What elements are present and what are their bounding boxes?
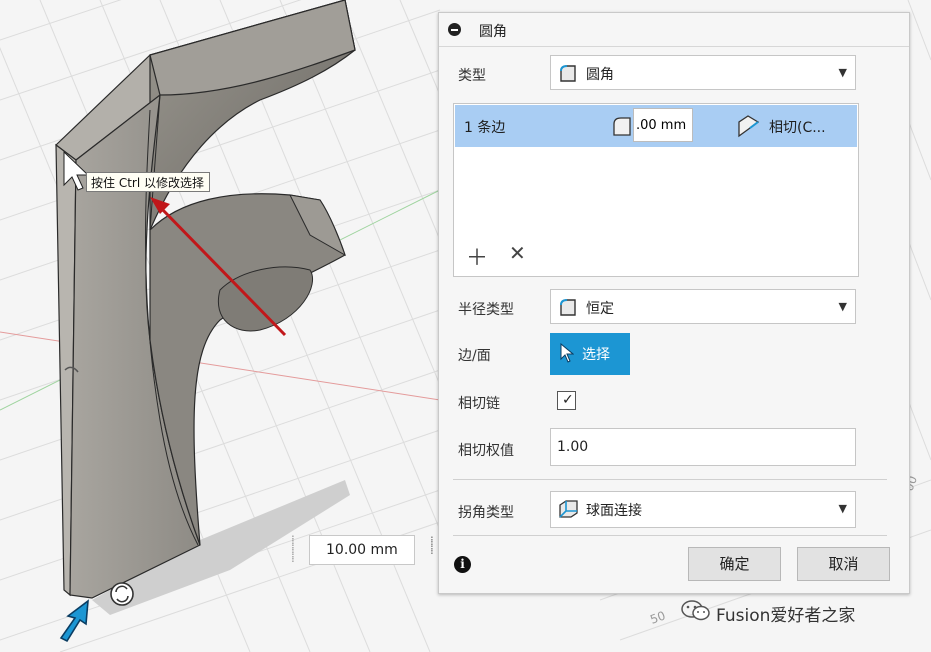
- type-dropdown[interactable]: 圆角 ▼: [550, 55, 856, 90]
- corner-type-label: 拐角类型: [458, 505, 514, 521]
- chevron-down-icon: ▼: [838, 66, 847, 79]
- close-icon[interactable]: ✕: [509, 241, 526, 265]
- dialog-header: 圆角: [439, 13, 909, 47]
- add-icon[interactable]: ＋: [466, 240, 488, 272]
- radius-icon: [613, 117, 631, 136]
- radius-type-label: 半径类型: [458, 302, 514, 318]
- rotate-handle-icon[interactable]: [110, 582, 134, 606]
- fillet-dialog: 圆角 类型 圆角 ▼ 1 条边 相切(C... ＋ ✕ 半径类型: [438, 12, 910, 594]
- tangent-weight-label: 相切权值: [458, 443, 514, 459]
- type-label: 类型: [458, 68, 486, 84]
- dimension-grip-right[interactable]: ⁞ ⁞: [430, 535, 438, 567]
- constant-radius-icon: [560, 299, 576, 316]
- fillet-dimension-input[interactable]: 10.00 mm: [309, 535, 415, 565]
- wechat-logo-icon: [681, 600, 710, 621]
- tangent-weight-input[interactable]: 1.00: [550, 428, 856, 466]
- collapse-icon[interactable]: [448, 23, 461, 36]
- continuity-value[interactable]: 相切(C...: [769, 117, 826, 137]
- dimension-grip-left[interactable]: ⁞ ⁞ ⁞: [291, 534, 305, 566]
- dialog-title: 圆角: [479, 24, 507, 40]
- type-value: 圆角: [586, 67, 614, 83]
- edge-count: 1 条边: [464, 120, 506, 136]
- select-button-label: 选择: [582, 347, 610, 363]
- divider: [453, 535, 887, 536]
- radius-input[interactable]: [633, 108, 693, 142]
- edge-selection-list: 1 条边 相切(C... ＋ ✕: [453, 103, 859, 277]
- list-item[interactable]: 1 条边 相切(C...: [455, 105, 857, 147]
- fillet-type-icon: [560, 65, 576, 82]
- tangent-chain-label: 相切链: [458, 396, 500, 412]
- ok-button[interactable]: 确定: [688, 547, 781, 581]
- select-button[interactable]: 选择: [550, 333, 630, 375]
- chevron-down-icon: ▼: [838, 300, 847, 313]
- corner-type-dropdown[interactable]: 球面连接 ▼: [550, 491, 856, 528]
- corner-type-value: 球面连接: [586, 503, 642, 519]
- chevron-down-icon: ▼: [838, 502, 847, 515]
- info-icon[interactable]: i: [454, 556, 471, 573]
- edge-face-label: 边/面: [458, 348, 491, 364]
- radius-type-value: 恒定: [586, 301, 614, 317]
- divider: [453, 479, 887, 480]
- watermark: Fusion爱好者之家: [681, 599, 855, 626]
- ctrl-tooltip: 按住 Ctrl 以修改选择: [86, 172, 210, 192]
- radius-type-dropdown[interactable]: 恒定 ▼: [550, 289, 856, 324]
- checkmark-icon: ✓: [562, 392, 574, 408]
- pointer-icon: [560, 343, 574, 363]
- watermark-text: Fusion爱好者之家: [716, 606, 856, 626]
- setback-corner-icon: [559, 500, 578, 518]
- tangent-continuity-icon: [738, 115, 760, 138]
- tangent-chain-checkbox[interactable]: ✓: [557, 391, 576, 410]
- cancel-button[interactable]: 取消: [797, 547, 890, 581]
- tangent-weight-value: 1.00: [557, 439, 589, 455]
